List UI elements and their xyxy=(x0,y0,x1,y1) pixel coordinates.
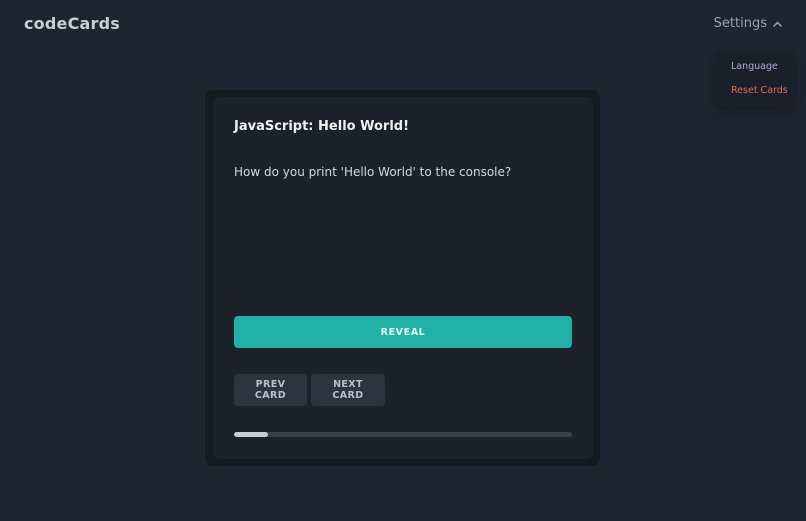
card-question: How do you print 'Hello World' to the co… xyxy=(234,165,512,179)
settings-label: Settings xyxy=(713,16,767,31)
menu-item-reset-cards[interactable]: Reset Cards xyxy=(716,84,794,108)
settings-dropdown-menu: Language Reset Cards xyxy=(716,53,794,107)
chevron-up-icon xyxy=(773,21,782,27)
progress-fill xyxy=(234,432,268,437)
app-logo-title[interactable]: codeCards xyxy=(24,14,120,33)
prev-card-button[interactable]: PREV CARD xyxy=(234,374,307,406)
reveal-button[interactable]: REVEAL xyxy=(234,316,572,348)
next-card-button[interactable]: NEXT CARD xyxy=(311,374,385,406)
menu-item-language[interactable]: Language xyxy=(716,60,794,84)
card-title: JavaScript: Hello World! xyxy=(234,119,410,134)
progress-bar xyxy=(234,432,572,437)
settings-toggle[interactable]: Settings xyxy=(714,16,782,31)
app-root: codeCards Settings Language Reset Cards … xyxy=(0,0,806,521)
